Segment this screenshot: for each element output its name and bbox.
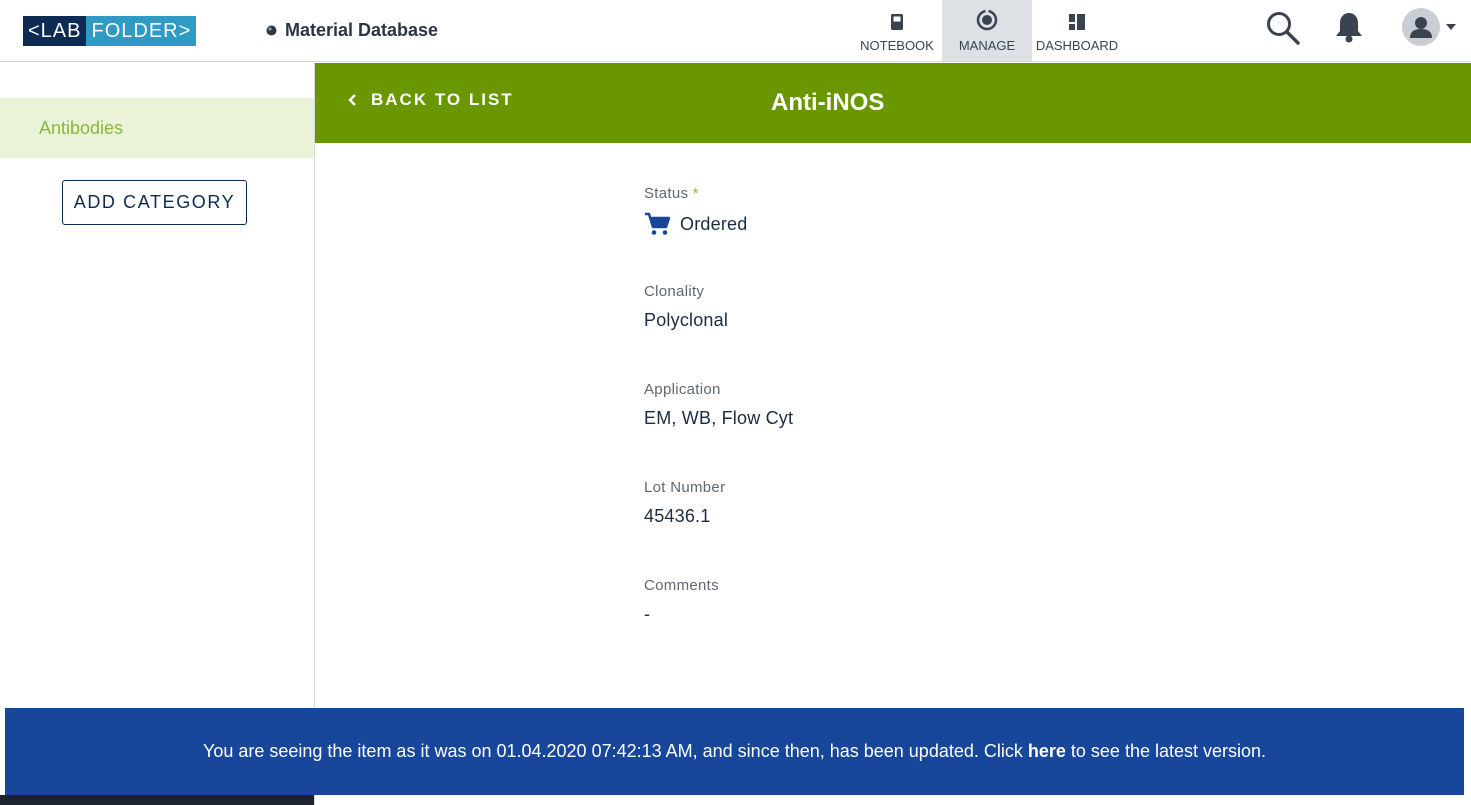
field-value: Ordered bbox=[644, 212, 1244, 236]
field-status: Status * Ordered bbox=[644, 185, 1244, 283]
field-value: Polyclonal bbox=[644, 310, 729, 330]
field-application: Application EM, WB, Flow Cyt bbox=[644, 381, 1244, 479]
notice-text-before: You are seeing the item as it was on 01.… bbox=[202, 741, 1023, 761]
field-value: EM, WB, Flow Cyt bbox=[644, 408, 794, 428]
logo-right: FOLDER> bbox=[86, 16, 197, 46]
field-lot-number: Lot Number 45436.1 bbox=[644, 479, 1244, 577]
cart-icon bbox=[645, 212, 670, 235]
sidebar-item-label: Antibodies bbox=[39, 117, 124, 138]
bell-icon bbox=[1336, 13, 1362, 43]
item-fields: Status * Ordered Clonality Polyclonal Ap… bbox=[644, 185, 1244, 675]
database-dot-icon bbox=[266, 25, 277, 36]
tab-dashboard[interactable]: DASHBOARD bbox=[1032, 0, 1122, 61]
notice-text-after: to see the latest version. bbox=[1070, 741, 1267, 761]
field-clonality: Clonality Polyclonal bbox=[644, 283, 1244, 381]
main-nav: NOTEBOOK MANAGE DASHBOARD bbox=[852, 0, 1122, 62]
tab-manage-label: MANAGE bbox=[958, 38, 1016, 53]
latest-version-link[interactable]: here bbox=[1028, 741, 1066, 762]
status-value: Ordered bbox=[680, 213, 748, 234]
field-value: 45436.1 bbox=[644, 506, 711, 526]
chevron-left-icon bbox=[348, 94, 356, 106]
avatar bbox=[1402, 8, 1440, 46]
field-comments: Comments - bbox=[644, 577, 1244, 675]
tab-manage[interactable]: MANAGE bbox=[942, 0, 1032, 61]
status-label: Status bbox=[644, 185, 689, 202]
page-title: Material Database bbox=[285, 20, 439, 40]
breadcrumb: Material Database bbox=[266, 20, 438, 41]
search-button[interactable] bbox=[1265, 10, 1301, 46]
category-sidebar: Antibodies ADD CATEGORY bbox=[0, 63, 315, 805]
required-mark: * bbox=[692, 185, 699, 202]
add-category-button[interactable]: ADD CATEGORY bbox=[62, 180, 247, 225]
logo-left: <LAB bbox=[23, 16, 87, 46]
dashboard-icon bbox=[1069, 14, 1085, 30]
field-label: Lot Number bbox=[644, 479, 726, 496]
version-notice-banner: You are seeing the item as it was on 01.… bbox=[5, 708, 1464, 795]
field-label: Comments bbox=[644, 577, 719, 594]
search-icon bbox=[1267, 12, 1300, 45]
field-label: Application bbox=[644, 381, 721, 398]
field-label: Clonality bbox=[644, 283, 705, 300]
manage-icon bbox=[976, 9, 998, 31]
top-bar: <LAB FOLDER> Material Database NOTEBOOK … bbox=[0, 0, 1471, 62]
item-header: BACK TO LIST Anti-iNOS bbox=[315, 63, 1471, 143]
back-to-list-button[interactable]: BACK TO LIST bbox=[347, 90, 514, 110]
back-to-list-label: BACK TO LIST bbox=[371, 90, 514, 109]
item-title: Anti-iNOS bbox=[771, 89, 885, 116]
chevron-down-icon bbox=[1446, 24, 1456, 30]
labfolder-logo[interactable]: <LAB FOLDER> bbox=[23, 16, 197, 46]
user-menu[interactable] bbox=[1402, 8, 1456, 46]
field-label: Status * bbox=[644, 185, 1244, 202]
sidebar-item-antibodies[interactable]: Antibodies bbox=[0, 98, 314, 158]
notebook-icon bbox=[891, 14, 903, 30]
tab-dashboard-label: DASHBOARD bbox=[1035, 38, 1119, 53]
tab-notebook-label: NOTEBOOK bbox=[860, 38, 934, 53]
sidebar-footer-strip bbox=[0, 795, 314, 805]
field-value: - bbox=[644, 604, 651, 624]
notifications-button[interactable] bbox=[1334, 11, 1364, 43]
user-icon bbox=[1410, 17, 1432, 38]
tab-notebook[interactable]: NOTEBOOK bbox=[852, 0, 942, 61]
